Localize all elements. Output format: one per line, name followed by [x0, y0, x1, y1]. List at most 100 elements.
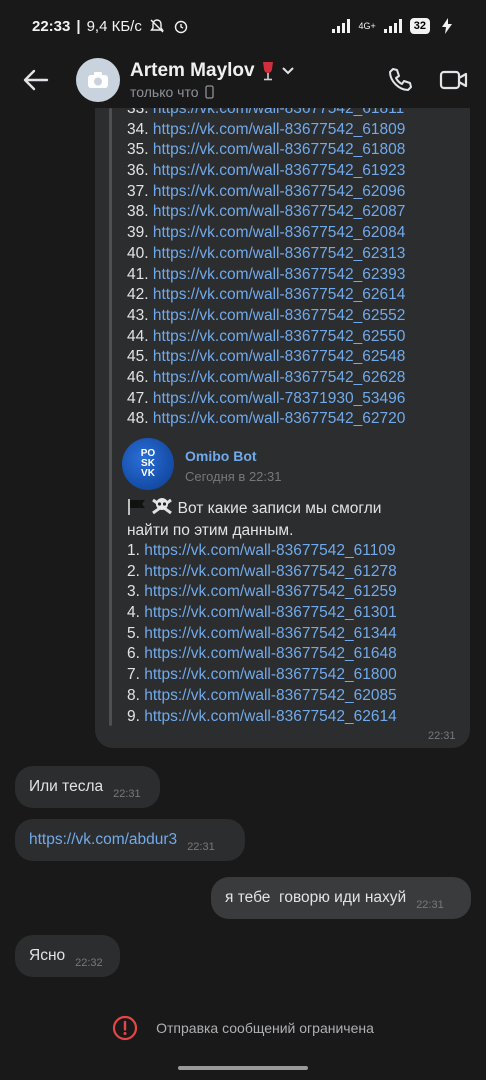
- post-link[interactable]: https://vk.com/wall-83677542_62393: [153, 266, 405, 283]
- warning-icon: [113, 1015, 138, 1041]
- bot-name[interactable]: Omibo Bot: [185, 448, 257, 464]
- restriction-notice: Отправка сообщений ограничена: [0, 1008, 486, 1048]
- gesture-bar[interactable]: [178, 1066, 308, 1070]
- video-call-button[interactable]: [432, 58, 476, 102]
- post-link[interactable]: https://vk.com/wall-83677542_62548: [153, 348, 405, 365]
- bell-muted-icon: [148, 18, 166, 34]
- incoming-message[interactable]: https://vk.com/abdur3 22:31: [15, 819, 245, 861]
- list-number: 44.: [127, 327, 149, 345]
- post-link[interactable]: https://vk.com/wall-83677542_62550: [153, 328, 405, 345]
- list-item: 48. https://vk.com/wall-83677542_62720: [127, 409, 405, 430]
- list-item: 42. https://vk.com/wall-83677542_62614: [127, 285, 405, 306]
- status-right: 4G+ 32: [332, 18, 456, 34]
- avatar[interactable]: [76, 58, 120, 102]
- list-number: 48.: [127, 410, 149, 428]
- list-number: 5.: [127, 624, 140, 642]
- list-number: 36.: [127, 162, 149, 180]
- post-link[interactable]: https://vk.com/wall-83677542_61344: [144, 625, 396, 642]
- incoming-message[interactable]: Или тесла 22:31: [15, 766, 160, 808]
- post-link[interactable]: https://vk.com/wall-83677542_61301: [144, 604, 396, 621]
- post-link[interactable]: https://vk.com/wall-83677542_62720: [153, 410, 405, 427]
- mobile-phone-icon: [204, 85, 214, 99]
- list-item: 38. https://vk.com/wall-83677542_62087: [127, 202, 405, 223]
- list-number: 40.: [127, 244, 149, 262]
- contact-status: только что: [130, 84, 199, 100]
- list-item: 36. https://vk.com/wall-83677542_61923: [127, 161, 405, 182]
- list-number: 33.: [127, 108, 149, 117]
- post-link[interactable]: https://vk.com/wall-83677542_62084: [153, 224, 405, 241]
- list-item: 3. https://vk.com/wall-83677542_61259: [127, 582, 397, 603]
- list-number: 41.: [127, 265, 149, 283]
- message-time: 22:31: [187, 841, 215, 853]
- status-separator: |: [76, 17, 81, 35]
- list-item: 8. https://vk.com/wall-83677542_62085: [127, 686, 397, 707]
- list-item: 47. https://vk.com/wall-78371930_53496: [127, 389, 405, 410]
- wine-glass-icon: [262, 62, 273, 81]
- header-actions: [378, 58, 476, 102]
- black-flag-icon: [128, 499, 145, 515]
- signal-icon-2: [383, 18, 402, 34]
- post-link[interactable]: https://vk.com/wall-83677542_62552: [153, 307, 405, 324]
- post-link[interactable]: https://vk.com/wall-83677542_61923: [153, 162, 405, 179]
- list-item: 4. https://vk.com/wall-83677542_61301: [127, 603, 397, 624]
- list-item: 45. https://vk.com/wall-83677542_62548: [127, 347, 405, 368]
- forward-indicator-bar: [109, 108, 112, 726]
- post-link[interactable]: https://vk.com/wall-83677542_62628: [153, 369, 405, 386]
- outgoing-message[interactable]: я тебе говорю иди нахуй 22:31: [211, 877, 471, 919]
- status-bar: 22:33 | 9,4 КБ/с 4G+ 32: [0, 0, 486, 52]
- post-link[interactable]: https://vk.com/wall-83677542_61808: [153, 141, 405, 158]
- post-link[interactable]: https://vk.com/wall-83677542_61648: [144, 645, 396, 662]
- post-link[interactable]: https://vk.com/wall-83677542_61811: [153, 108, 404, 117]
- list-number: 39.: [127, 224, 149, 242]
- status-time: 22:33: [32, 17, 71, 35]
- post-link[interactable]: https://vk.com/wall-83677542_62087: [153, 203, 405, 220]
- phone-icon: [389, 68, 412, 91]
- bot-time: Сегодня в 22:31: [185, 469, 282, 484]
- post-link[interactable]: https://vk.com/wall-83677542_61278: [144, 563, 396, 580]
- post-link[interactable]: https://vk.com/wall-83677542_62614: [144, 708, 396, 725]
- post-link[interactable]: https://vk.com/wall-83677542_61800: [144, 666, 396, 683]
- list-item: 46. https://vk.com/wall-83677542_62628: [127, 368, 405, 389]
- chevron-down-icon: [281, 67, 294, 75]
- chat-title[interactable]: Artem Maylov только что: [130, 60, 378, 100]
- list-number: 35.: [127, 141, 149, 159]
- bot-avatar[interactable]: PO SK VK: [122, 438, 174, 490]
- list-number: 7.: [127, 666, 140, 684]
- forward-message-time: 22:31: [428, 730, 456, 742]
- list-item: 41. https://vk.com/wall-83677542_62393: [127, 265, 405, 286]
- message-text[interactable]: https://vk.com/abdur3: [29, 831, 177, 849]
- post-link[interactable]: https://vk.com/wall-83677542_62313: [153, 245, 405, 262]
- post-link[interactable]: https://vk.com/wall-83677542_61809: [153, 121, 405, 138]
- call-button[interactable]: [378, 58, 422, 102]
- post-link[interactable]: https://vk.com/wall-83677542_62085: [144, 687, 396, 704]
- contact-name-row: Artem Maylov: [130, 60, 378, 82]
- post-link[interactable]: https://vk.com/wall-83677542_62096: [153, 183, 405, 200]
- post-link[interactable]: https://vk.com/wall-78371930_53496: [153, 390, 405, 407]
- list-number: 3.: [127, 583, 140, 601]
- list-number: 38.: [127, 203, 149, 221]
- contact-status-row: только что: [130, 84, 378, 100]
- list-item: 1. https://vk.com/wall-83677542_61109: [127, 541, 397, 562]
- list-item: 35. https://vk.com/wall-83677542_61808: [127, 140, 405, 161]
- post-link[interactable]: https://vk.com/wall-83677542_62614: [153, 286, 405, 303]
- list-item: 6. https://vk.com/wall-83677542_61648: [127, 644, 397, 665]
- message-text: Или тесла: [29, 778, 104, 795]
- list-item: 39. https://vk.com/wall-83677542_62084: [127, 223, 405, 244]
- bot-results-list: 1. https://vk.com/wall-83677542_61109 2. …: [127, 541, 397, 727]
- back-button[interactable]: [8, 52, 64, 108]
- network-type: 4G+: [358, 21, 376, 31]
- video-camera-icon: [439, 70, 468, 90]
- incoming-message[interactable]: Ясно 22:32: [15, 935, 120, 977]
- list-number: 6.: [127, 645, 140, 663]
- list-number: 45.: [127, 348, 149, 366]
- list-item: 44. https://vk.com/wall-83677542_62550: [127, 327, 405, 348]
- chat-header: Artem Maylov только что: [0, 52, 486, 108]
- contact-name: Artem Maylov: [130, 60, 255, 81]
- chat-area[interactable]: 33. https://vk.com/wall-83677542_61811 34…: [0, 108, 486, 998]
- charging-icon: [438, 18, 456, 34]
- message-time: 22:31: [416, 899, 444, 911]
- post-link[interactable]: https://vk.com/wall-83677542_61259: [144, 583, 396, 600]
- status-speed: 9,4 КБ/с: [86, 17, 142, 35]
- post-link[interactable]: https://vk.com/wall-83677542_61109: [144, 542, 395, 559]
- list-item: 34. https://vk.com/wall-83677542_61809: [127, 120, 405, 141]
